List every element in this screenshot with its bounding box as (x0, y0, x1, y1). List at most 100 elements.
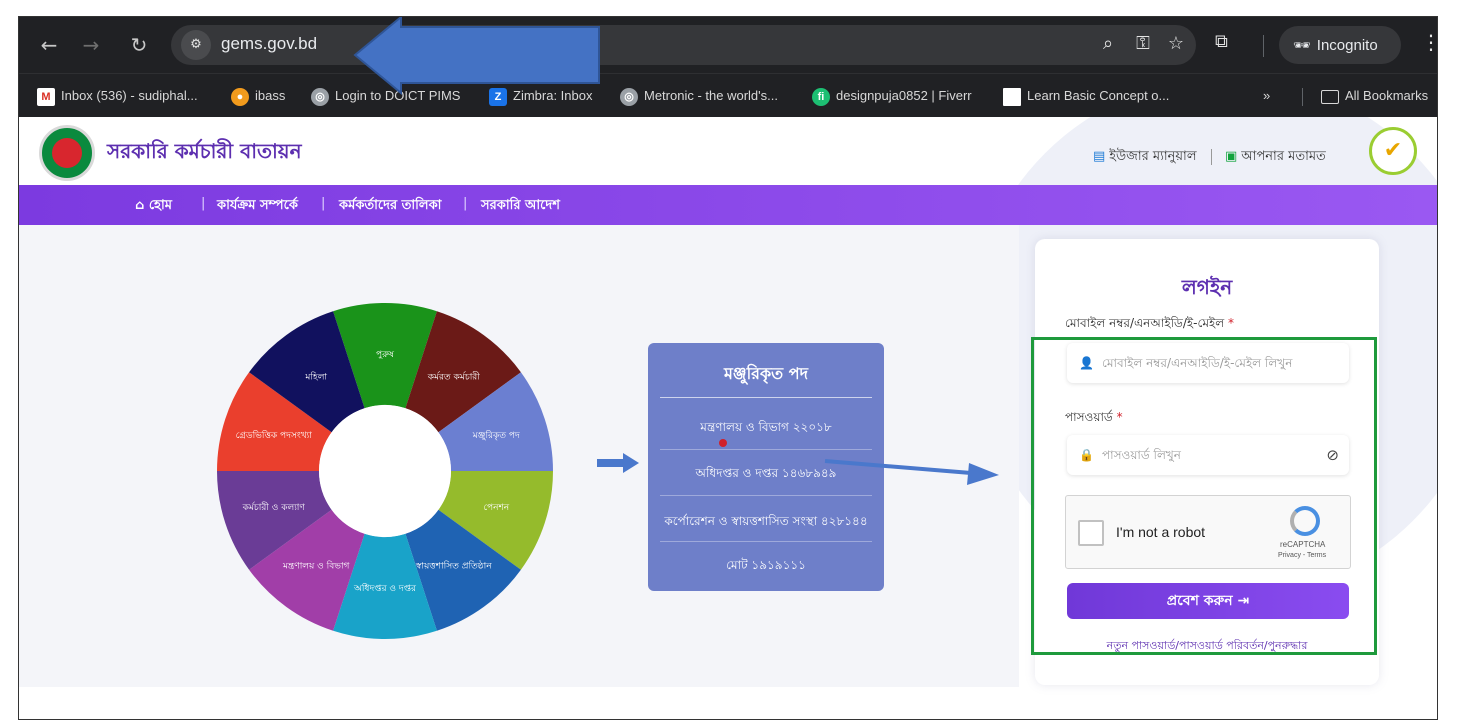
page-icon (1003, 87, 1021, 106)
feedback-icon: ▣ (1225, 149, 1238, 164)
bookmark-ibass[interactable]: ● ibass (231, 84, 285, 108)
recaptcha-label: I'm not a robot (1116, 524, 1206, 540)
password-reset-link[interactable]: নতুন পাসওয়ার্ড/পাসওয়ার্ড পরিবর্তন/পুনর… (1035, 637, 1379, 656)
password-label: পাসওয়ার্ড * (1065, 409, 1123, 429)
bookmark-zimbra[interactable]: Z Zimbra: Inbox (489, 84, 592, 108)
category-wheel-svg: পুরুষ কর্মরত কর্মচারী মঞ্জুরিকৃত পদ পেনশন স্… (217, 303, 553, 639)
forward-icon[interactable]: → (77, 31, 105, 59)
menu-about[interactable]: কার্যক্রম সম্পর্কে (217, 196, 298, 217)
star-icon[interactable]: ☆ (1164, 33, 1188, 54)
user-manual-link[interactable]: ▤ ইউজার ম্যানুয়াল (1093, 147, 1197, 168)
bookmark-learn[interactable]: Learn Basic Concept o... (1003, 84, 1169, 108)
password-label-text: পাসওয়ার্ড (1065, 410, 1113, 424)
menu-separator: | (201, 196, 206, 211)
user-icon: 👤 (1079, 356, 1094, 370)
wheel-segment-label: পেনশন (483, 503, 509, 513)
key-icon[interactable]: ⚿ (1131, 33, 1155, 54)
url-text[interactable]: gems.gov.bd (221, 34, 317, 54)
globe-icon: ◎ (620, 87, 638, 106)
bookmarks-bar: M Inbox (536) - sudiphal... ● ibass ◎ Login… (19, 73, 1437, 117)
browser-window: ← → ↻ ⚙ gems.gov.bd ⌕ ⚿ ☆ ⧉ 🕶 Incognito ⋮… (18, 16, 1438, 720)
gmail-icon: M (37, 87, 55, 106)
menu-kebab-icon[interactable]: ⋮ (1421, 30, 1437, 54)
user-id-label: মোবাইল নম্বর/এনআইডি/ই-মেইল * (1065, 315, 1234, 335)
recaptcha-checkbox[interactable] (1078, 520, 1104, 546)
user-id-placeholder: মোবাইল নম্বর/এনআইডি/ই-মেইল লিখুন (1101, 356, 1293, 370)
recaptcha-terms-link[interactable]: Privacy - Terms (1278, 552, 1326, 559)
bookmark-metronic[interactable]: ◎ Metronic - the world's... (620, 84, 778, 108)
site-settings-icon[interactable]: ⚙ (181, 30, 211, 60)
incognito-icon: 🕶 (1293, 37, 1311, 53)
menu-separator: | (463, 196, 468, 211)
incognito-button[interactable]: 🕶 Incognito (1279, 26, 1401, 64)
posts-divider (660, 449, 872, 450)
user-id-input[interactable]: 👤 মোবাইল নম্বর/এনআইডি/ই-মেইল লিখুন (1067, 343, 1349, 383)
bookmarks-divider (1302, 88, 1303, 106)
extensions-icon[interactable]: ⧉ (1215, 31, 1228, 52)
toolbar-divider (1263, 35, 1264, 57)
wheel-segment-label: মঞ্জুরিকৃত পদ (472, 430, 520, 441)
folder-icon (1321, 89, 1339, 104)
browser-toolbar: ← → ↻ ⚙ gems.gov.bd ⌕ ⚿ ☆ ⧉ 🕶 Incognito ⋮ (19, 17, 1437, 73)
required-mark: * (1116, 410, 1123, 424)
wheel-segment-label: স্বায়ত্তশাসিত প্রতিষ্ঠান (415, 560, 492, 572)
all-bookmarks-label: All Bookmarks (1345, 88, 1429, 103)
site-title[interactable]: সরকারি কর্মচারী বাতায়ন (107, 137, 302, 170)
recaptcha-widget: I'm not a robot reCAPTCHA Privacy - Term… (1065, 495, 1351, 569)
posts-divider (660, 541, 872, 542)
recaptcha-brand: reCAPTCHA (1280, 540, 1326, 549)
sign-in-icon: ⇥ (1237, 593, 1250, 609)
posts-divider (660, 397, 872, 398)
login-title: লগইন (1181, 275, 1233, 299)
login-button[interactable]: প্রবেশ করুন ⇥ (1067, 583, 1349, 619)
posts-row-ministry: মন্ত্রণালয় ও বিভাগ ২২০১৮ (700, 420, 832, 434)
all-bookmarks[interactable]: All Bookmarks (1321, 84, 1428, 108)
wheel-center (319, 405, 451, 537)
wheel-segment-label: গ্রেডভিত্তিক পদসংখ্যা (236, 430, 313, 441)
lock-icon: 🔒 (1079, 448, 1094, 462)
menu-govt-orders[interactable]: সরকারি আদেশ (481, 196, 560, 217)
bookmark-gmail[interactable]: M Inbox (536) - sudiphal... (37, 84, 198, 108)
sanctioned-posts-card: মঞ্জুরিকৃত পদ মন্ত্রণালয় ও বিভাগ ২২০১৮ … (648, 343, 884, 591)
password-placeholder: পাসওয়ার্ড লিখুন (1101, 448, 1181, 462)
government-logo[interactable] (39, 125, 95, 181)
checkmark-badge-icon: ✔ (1369, 127, 1417, 175)
back-icon[interactable]: ← (35, 31, 63, 59)
menu-home-label: হোম (148, 198, 172, 213)
fiverr-icon: fi (812, 87, 830, 106)
web-page: সরকারি কর্মচারী বাতায়ন ▤ ইউজার ম্যানুয়া… (19, 117, 1437, 719)
incognito-label: Incognito (1316, 37, 1378, 54)
user-manual-label: ইউজার ম্যানুয়াল (1109, 149, 1197, 164)
more-bookmarks-icon[interactable]: » (1263, 84, 1270, 108)
wheel-segment-label: মন্ত্রণালয় ও বিভাগ (282, 561, 351, 572)
reload-icon[interactable]: ↻ (125, 31, 153, 59)
wheel-segment-label: কর্মচারী ও কল্যাণ (242, 501, 306, 513)
globe-icon: ◎ (311, 87, 329, 106)
feedback-label: আপনার মতামত (1241, 149, 1326, 164)
address-bar[interactable]: ⚙ gems.gov.bd ⌕ ⚿ ☆ (171, 25, 1196, 65)
wheel-segment-label: মহিলা (304, 371, 327, 382)
user-id-label-text: মোবাইল নম্বর/এনআইডি/ই-মেইল (1065, 316, 1225, 330)
wheel-segment-label: পুরুষ (376, 350, 395, 360)
bookmark-label: designpuja0852 | Fiverr (836, 88, 972, 103)
ibass-icon: ● (231, 87, 249, 106)
bookmark-doict[interactable]: ◎ Login to DOICT PIMS (311, 84, 460, 108)
cursor-dot (719, 439, 727, 447)
wheel-segment-label: অধিদপ্তর ও দপ্তর (353, 583, 417, 594)
category-wheel: পুরুষ কর্মরত কর্মচারী মঞ্জুরিকৃত পদ পেনশন স্… (215, 301, 555, 641)
header-divider (1211, 149, 1212, 165)
bookmark-label: Inbox (536) - sudiphal... (61, 88, 198, 103)
menu-officers-list[interactable]: কর্মকর্তাদের তালিকা (339, 196, 441, 217)
password-input[interactable]: 🔒 পাসওয়ার্ড লিখুন ⊘ (1067, 435, 1349, 475)
site-header: সরকারি কর্মচারী বাতায়ন ▤ ইউজার ম্যানুয়া… (19, 117, 1437, 185)
menu-separator: | (321, 196, 326, 211)
feedback-link[interactable]: ▣ আপনার মতামত (1225, 147, 1326, 168)
eye-slash-icon[interactable]: ⊘ (1326, 435, 1339, 475)
recaptcha-icon (1290, 506, 1320, 536)
posts-row-directorate: অধিদপ্তর ও দপ্তর ১৪৬৮৯৪৯ (695, 466, 837, 480)
zoom-icon[interactable]: ⌕ (1096, 33, 1120, 54)
menu-home[interactable]: ⌂ হোম (135, 196, 172, 217)
posts-row-corporation: কর্পোরেশন ও স্বায়ত্তশাসিত সংস্থা ৪২৮১৪৪ (664, 514, 868, 528)
bookmark-label: Learn Basic Concept o... (1027, 88, 1170, 103)
bookmark-fiverr[interactable]: fi designpuja0852 | Fiverr (812, 84, 972, 108)
